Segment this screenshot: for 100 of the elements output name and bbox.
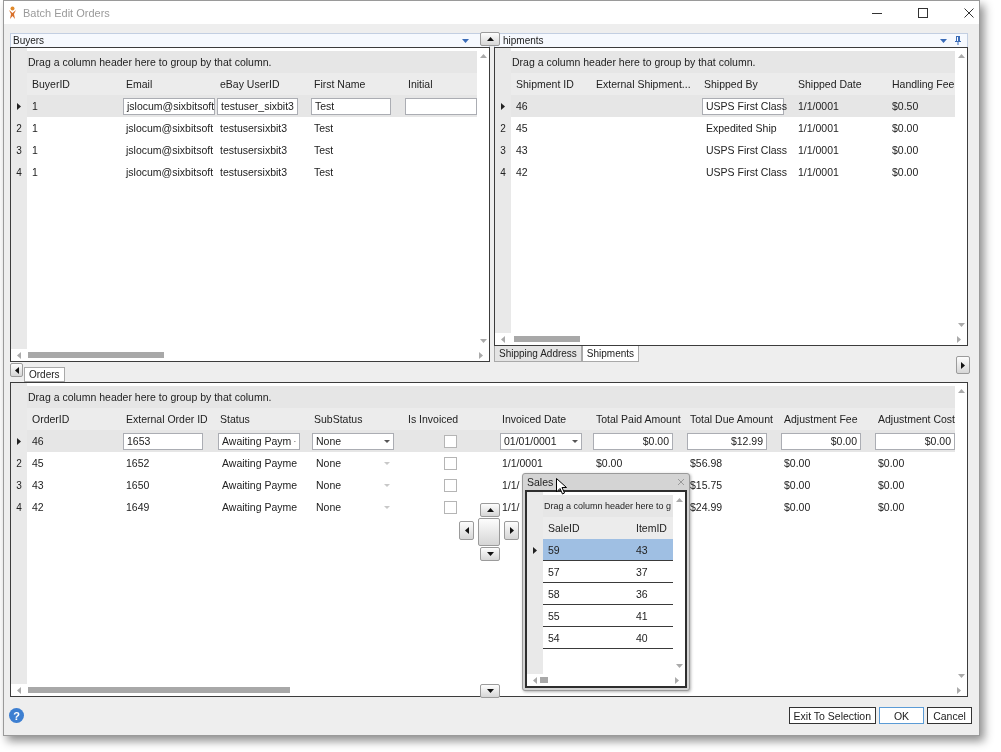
input-field[interactable]: Test [311, 97, 391, 115]
scroll-thumb[interactable] [28, 352, 164, 358]
column-header[interactable]: Adjustment Fee [784, 413, 858, 425]
scroll-left-icon[interactable] [501, 335, 505, 343]
scroll-down-icon[interactable] [957, 674, 965, 678]
column-header[interactable]: Status [220, 413, 250, 425]
dock-up-button[interactable] [480, 32, 500, 46]
dropdown[interactable]: None [312, 498, 394, 516]
dock-down-button[interactable] [480, 547, 500, 561]
input-field[interactable]: $0.00 [781, 432, 861, 450]
column-header[interactable]: Invoiced Date [502, 413, 567, 425]
column-header[interactable]: Total Due Amount [690, 413, 773, 425]
input-field[interactable]: $0.00 [593, 432, 673, 450]
dock-down-button[interactable] [480, 684, 500, 698]
dropdown[interactable]: Awaiting Paym [218, 432, 300, 450]
dropdown[interactable]: Awaiting Payme [218, 454, 300, 472]
column-header[interactable]: SubStatus [314, 413, 363, 425]
dock-left-button[interactable] [459, 521, 474, 540]
column-header[interactable]: SaleID [548, 522, 580, 534]
checkbox[interactable] [444, 478, 457, 492]
close-button[interactable] [963, 6, 975, 19]
column-header[interactable]: Initial [408, 78, 433, 90]
column-header[interactable]: Shipped Date [798, 78, 862, 90]
scroll-left-icon[interactable] [17, 351, 21, 359]
app-icon [8, 5, 17, 20]
maximize-button[interactable] [917, 6, 929, 19]
scroll-up-icon[interactable] [675, 498, 683, 502]
column-header[interactable]: ItemID [636, 522, 667, 534]
dropdown[interactable]: None [312, 432, 394, 450]
column-header[interactable]: Email [126, 78, 153, 90]
scroll-left-icon[interactable] [17, 686, 21, 694]
dock-up-button[interactable] [480, 503, 500, 517]
input-field[interactable] [405, 97, 477, 115]
input-field[interactable]: $12.99 [687, 432, 767, 450]
column-header[interactable]: BuyerID [32, 78, 70, 90]
checkbox[interactable] [444, 434, 457, 448]
dropdown[interactable]: Expedited Ship [702, 119, 784, 137]
pane-header[interactable]: hipments [494, 33, 968, 47]
grid-row[interactable]: 59 43 [543, 539, 673, 561]
scroll-thumb[interactable] [540, 677, 548, 683]
table-cell: 1 [32, 100, 38, 112]
scroll-down-icon[interactable] [675, 664, 683, 668]
tab[interactable]: Shipments [581, 346, 640, 362]
dialog-button[interactable]: Cancel [927, 707, 972, 724]
column-header[interactable]: External Shipment... [596, 78, 691, 90]
column-header[interactable]: OrderID [32, 413, 70, 425]
dock-right-button[interactable] [956, 356, 970, 374]
column-header[interactable]: External Order ID [126, 413, 208, 425]
scroll-right-icon[interactable] [957, 335, 961, 343]
dropdown[interactable]: None [312, 454, 394, 472]
column-header[interactable]: Total Paid Amount [596, 413, 681, 425]
column-header[interactable]: Handling Fee [892, 78, 955, 90]
scroll-left-icon[interactable] [533, 676, 537, 684]
scroll-right-icon[interactable] [675, 676, 679, 684]
group-panel[interactable]: Drag a column header here to g [543, 495, 673, 517]
table-cell: $0.00 [784, 501, 811, 513]
column-header[interactable]: First Name [314, 78, 366, 90]
scroll-up-icon[interactable] [479, 54, 487, 58]
scroll-right-icon[interactable] [957, 686, 961, 694]
checkbox[interactable] [444, 456, 457, 470]
table-cell: $56.98 [690, 457, 723, 469]
help-icon[interactable]: ? [9, 708, 24, 723]
checkbox[interactable] [444, 500, 457, 514]
tab[interactable]: Orders [24, 367, 65, 382]
group-panel[interactable]: Drag a column header here to group by that column. [511, 51, 955, 73]
scroll-down-icon[interactable] [957, 323, 965, 327]
input-field[interactable]: $0.00 [875, 432, 955, 450]
dropdown[interactable]: Awaiting Payme [218, 476, 300, 494]
pin-icon[interactable] [955, 36, 961, 45]
column-header[interactable]: Adjustment Cost [878, 413, 955, 425]
scroll-thumb[interactable] [28, 687, 290, 693]
tab[interactable]: Shipping Address [494, 346, 582, 362]
table-cell: 54 [548, 631, 560, 644]
scroll-right-icon[interactable] [479, 351, 483, 359]
pane-header[interactable]: Buyers [10, 33, 490, 47]
dropdown[interactable]: Awaiting Payme [218, 498, 300, 516]
table-cell: 46 [516, 100, 528, 112]
dropdown[interactable]: None [312, 476, 394, 494]
caret-icon[interactable] [940, 38, 947, 43]
column-header[interactable]: Shipment ID [516, 78, 574, 90]
scroll-down-icon[interactable] [479, 339, 487, 343]
row-number: 3 [500, 144, 506, 156]
scroll-thumb[interactable] [514, 336, 580, 342]
dialog-button[interactable]: OK [879, 707, 924, 724]
input-field[interactable]: testuser_sixbit3 [217, 97, 298, 115]
dock-right-button[interactable] [504, 521, 519, 540]
scroll-up-icon[interactable] [957, 389, 965, 393]
group-panel[interactable]: Drag a column header here to group by that column. [27, 386, 955, 408]
scroll-up-icon[interactable] [957, 54, 965, 58]
column-header[interactable]: eBay UserID [220, 78, 280, 90]
input-field[interactable]: 1653 [123, 432, 203, 450]
dialog-button[interactable]: Exit To Selection [788, 707, 876, 724]
column-header[interactable]: Is Invoiced [408, 413, 459, 425]
group-panel[interactable]: Drag a column header here to group by that column. [27, 51, 477, 73]
input-field[interactable]: jslocum@sixbitsoft [123, 97, 215, 115]
dock-left-button[interactable] [10, 363, 23, 377]
dropdown[interactable]: 01/01/0001 [500, 432, 582, 450]
column-header[interactable]: Shipped By [704, 78, 758, 90]
table-cell: 1/1/0001 [798, 144, 839, 156]
caret-icon[interactable] [462, 38, 469, 43]
